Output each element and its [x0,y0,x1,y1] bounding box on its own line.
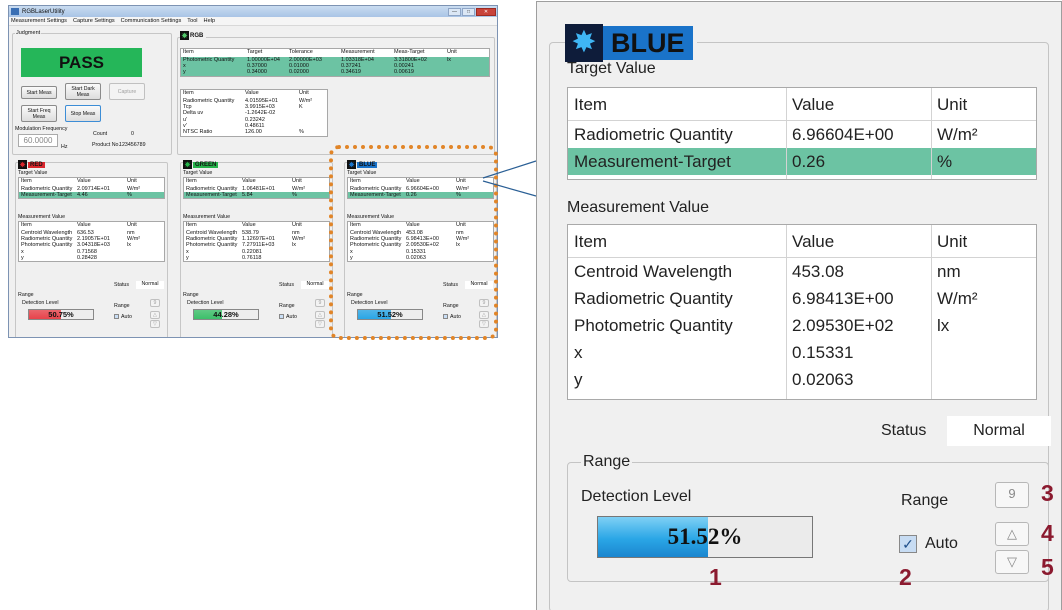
blue-target-col-header: Unit [937,95,968,114]
callout-1: 1 [709,564,722,590]
callout-3: 3 [1041,480,1054,506]
blue-target-header-row: Item Value Unit [568,88,1036,121]
blue-zoom-header: ✸ BLUE [565,24,697,62]
blue-meas-row: Radiometric Quantity 6.98413E+00 W/m² [568,285,1036,312]
blue-meas-column-divider [931,225,932,399]
blue-detection-level-bar: 51.52% [597,516,813,558]
blue-status-value: Normal [947,416,1051,446]
blue-status-label: Status [881,422,927,439]
blue-zoom-title: BLUE [603,26,693,60]
blue-detection-level-text: 51.52% [667,524,743,549]
blue-meas-cell: 0.02063 [792,370,854,389]
blue-meas-column-divider [786,225,787,399]
blue-panel-zoom: ✸ BLUE Target Value Item Value Unit Radiome… [536,1,1062,610]
blue-target-cell: 0.26 [792,152,826,171]
blue-measurement-table: Item Value Unit Centroid Wavelength 453.08 nm… [567,224,1037,400]
blue-meas-cell: 453.08 [792,262,844,281]
blue-meas-cell [931,339,1036,366]
blue-target-cell: Radiometric Quantity [574,125,733,144]
blue-meas-row: x 0.15331 [568,339,1036,366]
blue-range-word: Range [901,492,949,509]
blue-meas-cell: Radiometric Quantity [574,289,733,308]
blue-meas-cell: 0.15331 [792,343,854,362]
blue-target-label: Target Value [567,60,656,77]
blue-target-row: Radiometric Quantity 6.96604E+00 W/m² [568,121,1036,148]
blue-meas-row: y 0.02063 [568,366,1036,393]
blue-meas-row: Photometric Quantity 2.09530E+02 lx [568,312,1036,339]
blue-target-cell: 6.96604E+00 [792,125,894,144]
callout-4: 4 [1041,520,1054,546]
connector-line-top [482,160,537,179]
blue-target-column-divider [931,88,932,179]
blue-target-cell: W/m² [937,125,978,144]
blue-meas-cell: Centroid Wavelength [574,262,733,281]
blue-meas-cell: 2.09530E+02 [792,316,894,335]
blue-target-cell: % [937,152,953,171]
blue-meas-cell: 6.98413E+00 [792,289,894,308]
range-up-button[interactable]: △ [995,522,1029,546]
blue-meas-cell: x [574,343,583,362]
range-down-button[interactable]: ▽ [995,550,1029,574]
checkbox-check-icon: ✓ [899,535,917,553]
blue-star-icon: ✸ [565,24,603,62]
blue-meas-cell [931,366,1036,393]
blue-measurement-label: Measurement Value [567,199,709,216]
callout-5: 5 [1041,554,1054,580]
blue-meas-cell: y [574,370,583,389]
blue-meas-col-header: Unit [937,232,968,251]
blue-target-column-divider [786,88,787,179]
blue-target-col-header: Item [574,95,608,114]
blue-auto-label: Auto [925,535,958,552]
callout-2: 2 [899,564,912,590]
blue-range-group-label: Range [581,453,633,471]
blue-target-row: Measurement-Target 0.26% [568,148,1036,175]
blue-meas-cell: lx [937,316,950,335]
blue-meas-cell: Photometric Quantity [574,316,733,335]
screenshot-canvas: RGBLaserUtility — □ ✕ Measurement Settin… [0,0,1062,610]
blue-meas-cell: nm [937,262,961,281]
blue-meas-cell: W/m² [937,289,978,308]
blue-detection-label: Detection Level [581,488,692,505]
connector-line-bottom [482,180,537,197]
blue-target-cell: Measurement-Target [574,152,731,171]
blue-target-table: Item Value Unit Radiometric Quantity 6.96604… [567,87,1037,180]
blue-auto-checkbox[interactable]: ✓ Auto [899,535,958,553]
blue-meas-col-header: Item [574,232,608,251]
blue-range-value[interactable]: 9 [995,482,1029,508]
blue-target-col-header: Value [792,95,835,114]
blue-meas-header-row: Item Value Unit [568,225,1036,258]
blue-meas-col-header: Value [792,232,835,251]
blue-meas-row: Centroid Wavelength 453.08 nm [568,258,1036,285]
